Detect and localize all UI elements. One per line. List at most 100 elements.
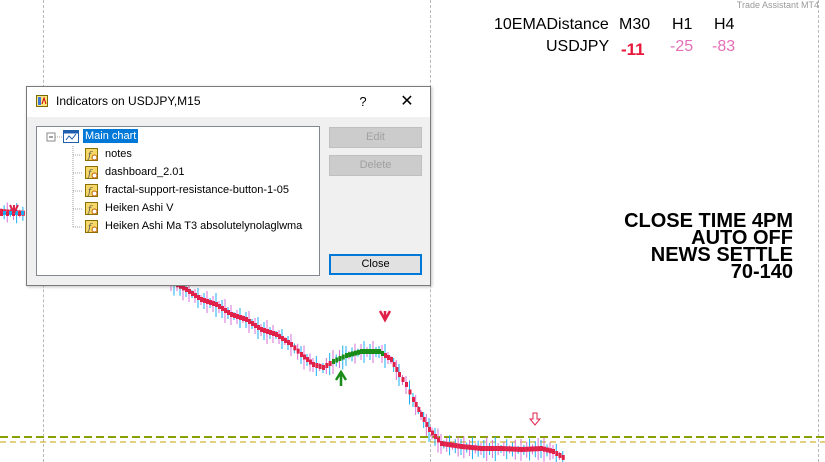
candle-body (471, 445, 475, 451)
h1-value: -25 (670, 38, 694, 55)
candle-body (408, 389, 412, 395)
candle-body (332, 359, 335, 364)
candle-body (0, 212, 3, 216)
candle-body (248, 319, 251, 324)
delete-button[interactable]: Delete (329, 155, 422, 176)
candle-body (338, 356, 342, 361)
candle-body (290, 342, 293, 347)
indicators-dialog[interactable]: Indicators on USDJPY,M15 ? ✕ Main chart (26, 86, 431, 286)
custom-indicator-icon: f (85, 166, 98, 179)
candle-body (348, 352, 351, 358)
candle-body (239, 315, 242, 320)
close-window-button[interactable]: ✕ (393, 91, 421, 113)
indicator-list-icon (36, 95, 48, 107)
candle-body (485, 446, 489, 451)
candle-body (233, 313, 236, 318)
tree-item-label: fractal-support-resistance-button-1-05 (105, 184, 290, 196)
custom-indicator-icon: f (85, 202, 98, 215)
candle-body (197, 295, 200, 300)
candle-body (372, 349, 375, 354)
custom-indicator-icon: f (85, 220, 98, 233)
candle-body (263, 328, 266, 333)
timeframe-h4-header: H4 (714, 16, 735, 33)
candle-body (454, 443, 458, 449)
buy-arrow-icon (334, 369, 348, 386)
candle-body (221, 306, 224, 311)
candle-body (546, 447, 549, 453)
candle-body (203, 298, 206, 303)
candle-body (425, 422, 429, 427)
candle-body (540, 446, 543, 451)
candle-body (422, 417, 426, 422)
close-button[interactable]: Close (329, 254, 422, 275)
trading-notes: CLOSE TIME 4PM AUTO OFF NEWS SETTLE 70-1… (624, 211, 793, 282)
dashboard-symbol: USDJPY (546, 38, 610, 55)
tree-item-label: dashboard_2.01 (105, 166, 185, 178)
candle-body (315, 363, 319, 368)
candle-body (284, 338, 287, 343)
candle-body (275, 332, 278, 337)
candle-body (465, 444, 469, 450)
candle-body (206, 299, 209, 304)
candle-body (417, 407, 421, 412)
candle-body (457, 443, 461, 449)
candle-body (390, 357, 393, 362)
candle-body (442, 441, 446, 447)
candle-body (448, 442, 452, 448)
candle-body (392, 362, 396, 367)
candle-body (335, 357, 339, 363)
tree-item-label: Main chart (83, 129, 139, 143)
candle-body (185, 287, 188, 292)
timeframe-h1-header: H1 (672, 16, 693, 33)
candle-body (351, 351, 354, 357)
candle-body (325, 363, 329, 368)
candle-body (366, 349, 369, 354)
indicator-tree[interactable]: Main chart f notes f dashboard_2.01 f fr… (36, 126, 320, 276)
candle-body (300, 352, 303, 357)
candle-body (328, 361, 332, 366)
candle-body (462, 444, 466, 450)
candle-body (520, 447, 523, 452)
candle-body (309, 359, 312, 365)
edit-button[interactable]: Edit (329, 127, 422, 148)
candle-body (318, 364, 322, 369)
candle-body (306, 357, 309, 362)
candle-body (357, 349, 360, 355)
candle-body (480, 446, 483, 451)
tree-item-label: Heiken Ashi Ma T3 absolutelynolaglwma (105, 220, 303, 232)
candle-body (468, 444, 472, 450)
candle-body (494, 446, 498, 451)
candle-body (212, 301, 215, 306)
candle-body (227, 310, 230, 315)
tree-connectors (46, 132, 83, 228)
candle-body (488, 446, 492, 451)
help-button[interactable]: ? (349, 91, 377, 113)
candle-body (281, 336, 284, 341)
candle-body (9, 211, 12, 215)
candle-body (428, 427, 431, 432)
candle-body (412, 397, 415, 402)
candle-body (345, 353, 348, 358)
candle-body (525, 446, 529, 452)
candle-body (375, 349, 378, 354)
candle-body (384, 353, 387, 358)
candle-body (363, 349, 366, 354)
candle-body (200, 297, 203, 302)
candle-body (381, 351, 384, 356)
candle-body (224, 308, 227, 313)
candle-body (272, 331, 275, 336)
dialog-titlebar[interactable]: Indicators on USDJPY,M15 ? ✕ (27, 87, 430, 117)
candle-body (188, 289, 191, 294)
candle-body (511, 446, 515, 452)
tree-item-label: notes (105, 148, 132, 160)
candle-body (251, 321, 254, 326)
candle-body (497, 446, 501, 451)
candle-body (287, 340, 290, 345)
candle-body (482, 446, 486, 451)
timeframe-m30-header: M30 (619, 16, 651, 33)
candle-body (502, 446, 506, 452)
watermark-label: Trade Assistant MT4 (736, 0, 819, 10)
dashboard-title: 10EMADistance (494, 16, 609, 33)
candle-body (3, 211, 6, 215)
dialog-title: Indicators on USDJPY,M15 (56, 94, 201, 108)
